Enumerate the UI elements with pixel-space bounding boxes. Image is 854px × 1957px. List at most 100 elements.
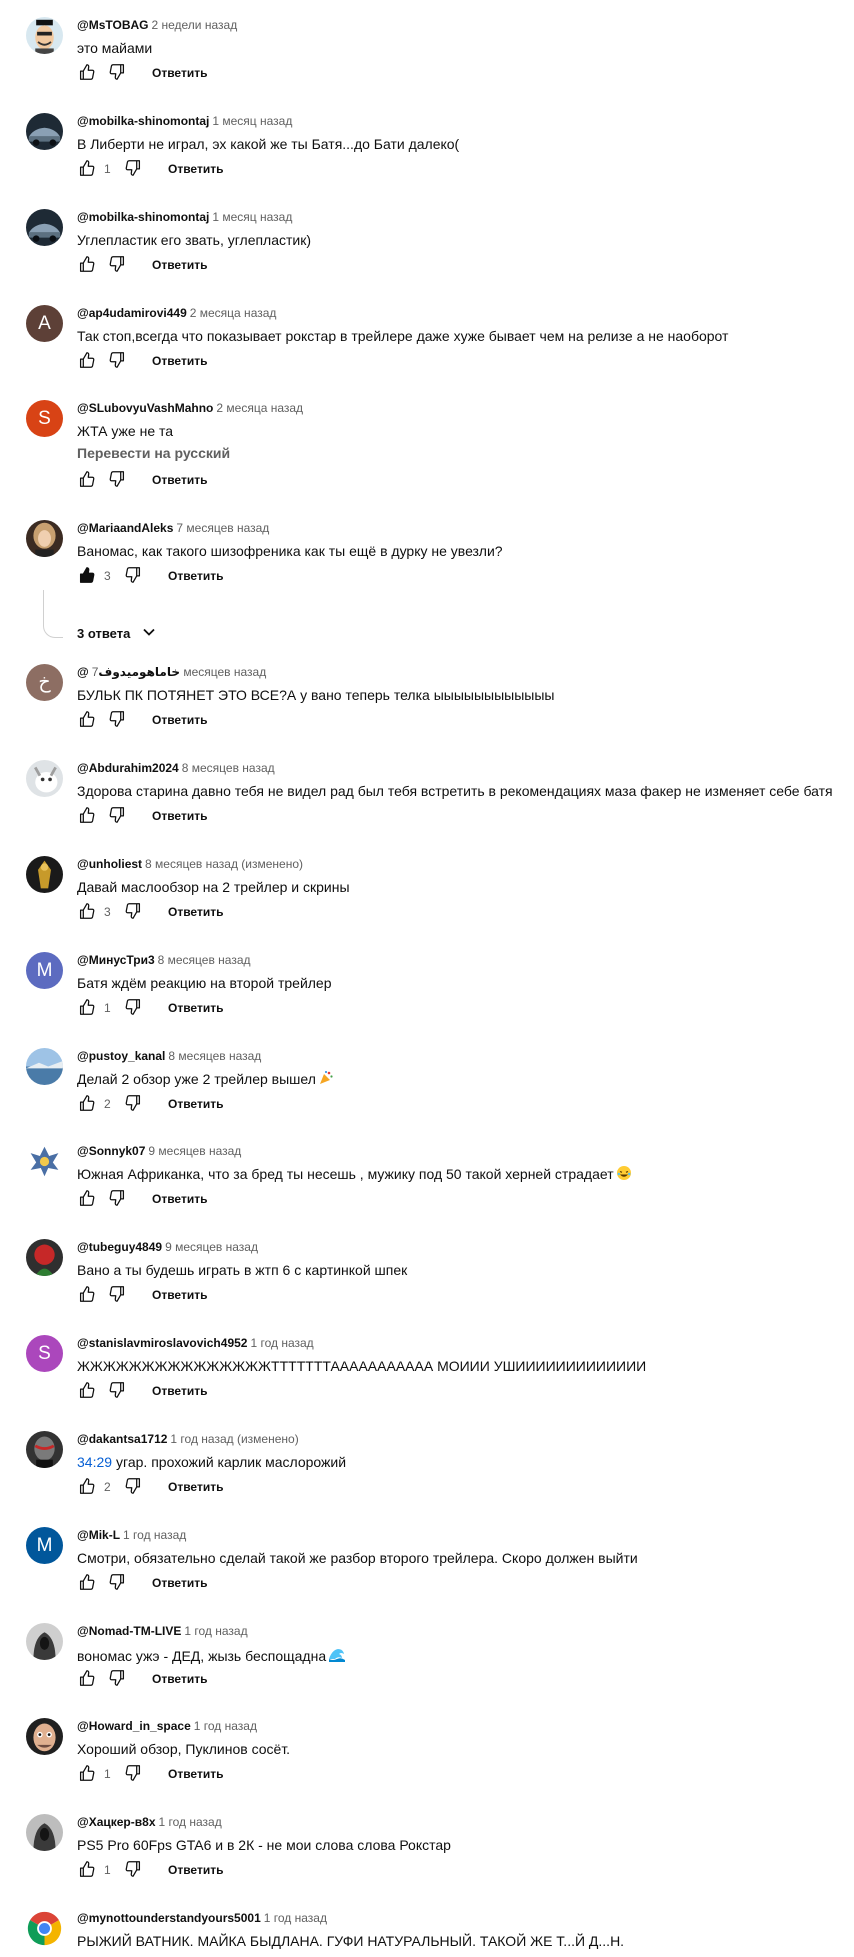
dislike-button[interactable] — [124, 902, 144, 922]
dislike-button[interactable] — [108, 351, 128, 371]
like-button[interactable] — [76, 1669, 96, 1689]
comment-time[interactable]: 2 недели назад — [151, 18, 237, 32]
comment-time[interactable]: 8 месяцев назад — [168, 1049, 261, 1063]
replies-toggle[interactable]: 3 ответа — [77, 625, 156, 642]
reply-button[interactable]: Ответить — [152, 473, 207, 487]
author-name[interactable]: @Хацкер-в8х — [77, 1815, 156, 1829]
timestamp-link[interactable]: 34:29 — [77, 1454, 112, 1470]
author-name[interactable]: @dakantsa1712 — [77, 1432, 167, 1446]
author-name[interactable]: @МинусТри3 — [77, 953, 155, 967]
avatar[interactable]: S — [26, 400, 63, 437]
comment-time[interactable]: 1 год назад — [264, 1911, 327, 1925]
comment-time[interactable]: 1 год назад — [194, 1719, 257, 1733]
author-name[interactable]: @Nomad-TM-LIVE — [77, 1624, 181, 1638]
avatar[interactable] — [26, 113, 63, 150]
like-button[interactable] — [76, 806, 96, 826]
author-name[interactable]: @mynottounderstandyours5001 — [77, 1911, 261, 1925]
avatar[interactable] — [26, 1143, 63, 1180]
reply-button[interactable]: Ответить — [168, 1863, 223, 1877]
dislike-button[interactable] — [108, 1573, 128, 1593]
reply-button[interactable]: Ответить — [152, 809, 207, 823]
comment-time[interactable]: 8 месяцев назад — [182, 761, 275, 775]
reply-button[interactable]: Ответить — [152, 713, 207, 727]
avatar[interactable] — [26, 1048, 63, 1085]
translate-button[interactable]: Перевести на русский — [77, 445, 230, 461]
reply-button[interactable]: Ответить — [168, 1480, 223, 1494]
like-button[interactable] — [76, 1860, 96, 1880]
author-name[interactable]: @SLubovyuVashMahno — [77, 401, 213, 415]
avatar[interactable] — [26, 1814, 63, 1851]
dislike-button[interactable] — [124, 159, 144, 179]
author-name[interactable]: @stanislavmiroslavovich4952 — [77, 1336, 247, 1350]
comment-time[interactable]: 8 месяцев назад (изменено) — [145, 857, 303, 871]
author-name[interactable]: @MariaandAleks — [77, 521, 173, 535]
avatar[interactable] — [26, 1910, 63, 1947]
avatar[interactable] — [26, 17, 63, 54]
avatar[interactable] — [26, 1623, 63, 1660]
comment-time[interactable]: 7 месяцев назад — [176, 521, 269, 535]
reply-button[interactable]: Ответить — [152, 1192, 207, 1206]
avatar[interactable] — [26, 209, 63, 246]
dislike-button[interactable] — [108, 1381, 128, 1401]
reply-button[interactable]: Ответить — [168, 162, 223, 176]
dislike-button[interactable] — [108, 806, 128, 826]
avatar[interactable] — [26, 1718, 63, 1755]
reply-button[interactable]: Ответить — [152, 1672, 207, 1686]
comment-time[interactable]: 9 месяцев назад — [165, 1240, 258, 1254]
like-button[interactable] — [76, 902, 96, 922]
dislike-button[interactable] — [108, 255, 128, 275]
reply-button[interactable]: Ответить — [152, 1384, 207, 1398]
like-button[interactable] — [76, 998, 96, 1018]
comment-time[interactable]: 1 месяц назад — [212, 114, 292, 128]
like-button[interactable] — [76, 710, 96, 730]
reply-button[interactable]: Ответить — [152, 66, 207, 80]
reply-button[interactable]: Ответить — [168, 1097, 223, 1111]
dislike-button[interactable] — [124, 566, 144, 586]
dislike-button[interactable] — [124, 1764, 144, 1784]
like-button[interactable] — [76, 159, 96, 179]
reply-button[interactable]: Ответить — [168, 1001, 223, 1015]
avatar[interactable] — [26, 856, 63, 893]
author-name[interactable]: @mobilka-shinomontaj — [77, 210, 209, 224]
author-name[interactable]: @pustoy_kanal — [77, 1049, 165, 1063]
author-name[interactable]: @Abdurahim2024 — [77, 761, 179, 775]
reply-button[interactable]: Ответить — [152, 258, 207, 272]
avatar[interactable]: M — [26, 1527, 63, 1564]
author-name[interactable]: @MsTOBAG — [77, 18, 148, 32]
like-button[interactable] — [76, 1573, 96, 1593]
dislike-button[interactable] — [108, 1189, 128, 1209]
reply-button[interactable]: Ответить — [152, 1576, 207, 1590]
dislike-button[interactable] — [108, 1669, 128, 1689]
author-name[interactable]: @unholiest — [77, 857, 142, 871]
like-button[interactable] — [76, 255, 96, 275]
reply-button[interactable]: Ответить — [152, 1288, 207, 1302]
comment-time[interactable]: 1 год назад — [159, 1815, 222, 1829]
avatar[interactable]: S — [26, 1335, 63, 1372]
comment-time[interactable]: 1 год назад — [184, 1624, 247, 1638]
dislike-button[interactable] — [124, 1477, 144, 1497]
author-name[interactable]: @Howard_in_space — [77, 1719, 191, 1733]
like-button[interactable] — [76, 63, 96, 83]
reply-button[interactable]: Ответить — [168, 569, 223, 583]
dislike-button[interactable] — [124, 1094, 144, 1114]
avatar[interactable]: A — [26, 305, 63, 342]
dislike-button[interactable] — [124, 998, 144, 1018]
like-button[interactable] — [76, 1764, 96, 1784]
reply-button[interactable]: Ответить — [168, 1767, 223, 1781]
like-button[interactable] — [76, 1477, 96, 1497]
avatar[interactable] — [26, 520, 63, 557]
comment-time[interactable]: 1 год назад — [250, 1336, 313, 1350]
author-name[interactable]: @Sonnyk07 — [77, 1144, 145, 1158]
dislike-button[interactable] — [124, 1860, 144, 1880]
comment-time[interactable]: 8 месяцев назад — [158, 953, 251, 967]
like-button[interactable] — [76, 1285, 96, 1305]
like-button[interactable] — [76, 1189, 96, 1209]
comment-time[interactable]: 2 месяца назад — [190, 306, 277, 320]
comment-time[interactable]: 1 год назад — [123, 1528, 186, 1542]
dislike-button[interactable] — [108, 470, 128, 490]
avatar[interactable]: М — [26, 952, 63, 989]
avatar[interactable] — [26, 1431, 63, 1468]
avatar[interactable] — [26, 760, 63, 797]
like-button[interactable] — [76, 566, 96, 586]
avatar[interactable] — [26, 1239, 63, 1276]
